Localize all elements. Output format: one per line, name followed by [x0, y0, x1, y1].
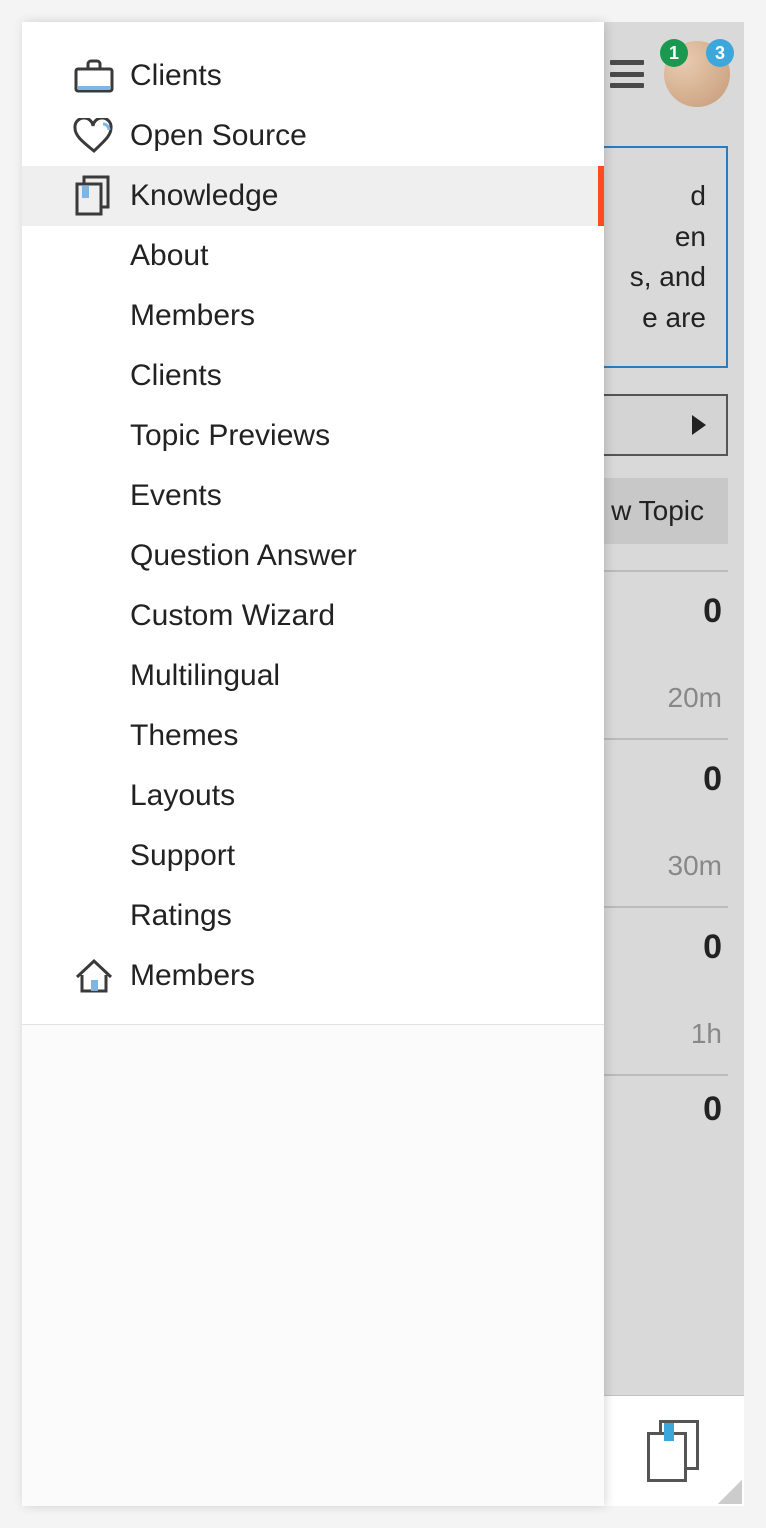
sidebar-sub-support[interactable]: Support	[22, 826, 604, 886]
sidebar-sub-about[interactable]: About	[22, 226, 604, 286]
sidebar-sub-members[interactable]: Members	[22, 286, 604, 346]
new-topic-label: w Topic	[611, 495, 704, 527]
sidebar-sub-custom-wizard[interactable]: Custom Wizard	[22, 586, 604, 646]
sidebar-item-label: Members	[130, 299, 255, 333]
sidebar-sub-topic-previews[interactable]: Topic Previews	[22, 406, 604, 466]
sidebar-item-label: Members	[130, 959, 255, 993]
sidebar-item-label: Ratings	[130, 899, 232, 933]
topic-age: 20m	[668, 682, 722, 714]
sidebar-item-label: Topic Previews	[130, 419, 330, 453]
sidebar-item-label: Custom Wizard	[130, 599, 335, 633]
sidebar-sub-question-answer[interactable]: Question Answer	[22, 526, 604, 586]
heart-icon	[70, 116, 118, 156]
app-frame: 1 3 d en s, and e are w Topic 0 20m 0 30…	[22, 22, 744, 1506]
sidebar-item-label: Knowledge	[130, 179, 278, 213]
sidebar-sub-themes[interactable]: Themes	[22, 706, 604, 766]
sidebar-item-label: Open Source	[130, 119, 307, 153]
docs-icon[interactable]	[647, 1420, 701, 1482]
hamburger-icon[interactable]	[610, 60, 644, 88]
notification-badge-blue[interactable]: 3	[706, 39, 734, 67]
sidebar-item-label: Multilingual	[130, 659, 280, 693]
reply-count: 0	[703, 928, 722, 967]
sidebar-item-members-home[interactable]: Members	[22, 946, 604, 1006]
topic-age: 30m	[668, 850, 722, 882]
sidebar-item-label: About	[130, 239, 208, 273]
topic-age: 1h	[691, 1018, 722, 1050]
sidebar-item-label: Themes	[130, 719, 238, 753]
sidebar-sub-multilingual[interactable]: Multilingual	[22, 646, 604, 706]
sidebar-sub-events[interactable]: Events	[22, 466, 604, 526]
sidebar-item-clients[interactable]: Clients	[22, 46, 604, 106]
briefcase-icon	[70, 56, 118, 96]
footer-fab-area	[604, 1396, 744, 1506]
sidebar-item-label: Layouts	[130, 779, 235, 813]
sidebar-item-label: Events	[130, 479, 222, 513]
reply-count: 0	[703, 1090, 722, 1129]
house-icon	[70, 956, 118, 996]
sidebar-item-open-source[interactable]: Open Source	[22, 106, 604, 166]
sidebar-item-label: Clients	[130, 59, 222, 93]
chevron-right-icon	[692, 415, 706, 435]
sidebar-item-knowledge[interactable]: Knowledge	[22, 166, 604, 226]
notification-badge-green[interactable]: 1	[660, 39, 688, 67]
sidebar-panel: Clients Open Source Knowledge About Memb…	[22, 22, 604, 1506]
sidebar-sub-ratings[interactable]: Ratings	[22, 886, 604, 946]
sidebar-item-label: Question Answer	[130, 539, 357, 573]
sidebar-sub-clients[interactable]: Clients	[22, 346, 604, 406]
resize-handle-icon[interactable]	[718, 1480, 742, 1504]
reply-count: 0	[703, 592, 722, 631]
sidebar-item-label: Clients	[130, 359, 222, 393]
sidebar-sub-layouts[interactable]: Layouts	[22, 766, 604, 826]
docs-icon	[70, 176, 118, 216]
sidebar-item-label: Support	[130, 839, 235, 873]
user-avatar[interactable]: 1 3	[664, 41, 730, 107]
reply-count: 0	[703, 760, 722, 799]
sidebar-empty-area	[22, 1024, 604, 1506]
